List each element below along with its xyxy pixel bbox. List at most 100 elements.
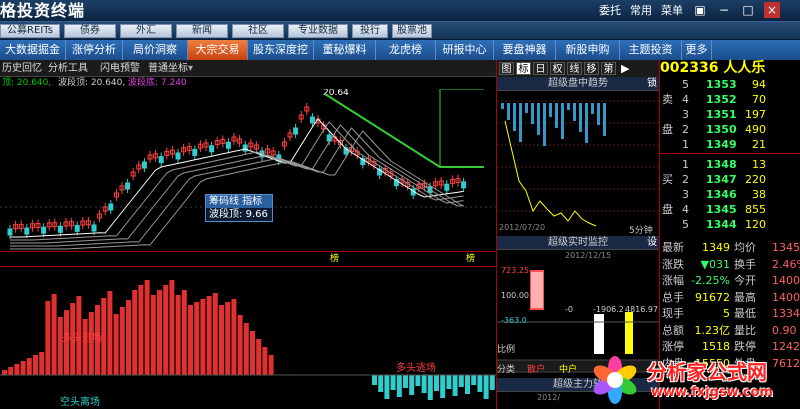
- tab-research[interactable]: 研报中心: [436, 40, 494, 60]
- maximize-icon[interactable]: □: [740, 2, 756, 18]
- tab-more[interactable]: 更多: [682, 40, 712, 60]
- order-row[interactable]: 盘 4 1345 855: [660, 202, 800, 217]
- quote-row: 总手 91672 最高 1400: [660, 290, 800, 306]
- candle: [108, 203, 114, 211]
- flow-bar-red: [2, 370, 7, 375]
- flow-bar-red: [169, 280, 175, 375]
- flow-bar-red: [225, 302, 231, 375]
- quote-label-2: 最低: [734, 307, 756, 320]
- menu-stock-pool[interactable]: 股票池: [392, 24, 432, 38]
- menu-community[interactable]: 社区: [232, 24, 284, 38]
- quote-label: 现手: [662, 307, 684, 320]
- order-price: 1348: [706, 158, 737, 171]
- menu-news[interactable]: 新闻: [176, 24, 228, 38]
- tab-mark[interactable]: 标: [516, 62, 531, 75]
- flow-bar-red: [219, 305, 224, 375]
- order-side: 买: [662, 173, 673, 186]
- mini-bar: [525, 103, 528, 113]
- order-price: 1351: [706, 108, 737, 121]
- mini-bar: [531, 103, 534, 124]
- flow-bar-cyan: [452, 375, 458, 396]
- order-row[interactable]: 盘 2 1350 490: [660, 122, 800, 137]
- order-row[interactable]: 3 1346 38: [660, 187, 800, 202]
- tab-shareholder[interactable]: 股东深度挖掘: [248, 40, 314, 76]
- menu-common[interactable]: 常用: [630, 3, 652, 19]
- order-row[interactable]: 1 1348 13: [660, 157, 800, 172]
- flash-alert-button[interactable]: 闪电预警: [100, 61, 140, 76]
- order-row[interactable]: 卖 4 1352 70: [660, 92, 800, 107]
- chevron-down-icon[interactable]: ▾: [188, 61, 193, 76]
- order-volume: 70: [752, 93, 766, 106]
- tab-secretary[interactable]: 董秘爆料: [314, 40, 376, 60]
- mini-bar: [603, 103, 606, 136]
- mini-trend-svg: [497, 100, 659, 227]
- menu-forex[interactable]: 外汇: [120, 24, 172, 38]
- tab-rights[interactable]: 权: [550, 62, 565, 75]
- order-row[interactable]: 3 1351 197: [660, 107, 800, 122]
- monitor-v2: -1906.2: [593, 305, 624, 314]
- order-price: 1350: [706, 123, 737, 136]
- pin-icon[interactable]: ▣: [692, 2, 708, 18]
- menu-entrust[interactable]: 委托: [599, 3, 621, 19]
- order-row[interactable]: 5 1353 94: [660, 77, 800, 92]
- minimize-icon[interactable]: −: [716, 2, 732, 18]
- close-icon[interactable]: ×: [764, 2, 780, 18]
- lock-icon[interactable]: 锁: [647, 77, 657, 91]
- mini-bar: [579, 103, 582, 132]
- tab-line[interactable]: 线: [567, 62, 582, 75]
- scroll-right-icon[interactable]: ▶: [621, 62, 629, 75]
- tab-theme[interactable]: 主题投资: [620, 40, 682, 60]
- analysis-tools-button[interactable]: 分析工具: [48, 61, 88, 76]
- order-row[interactable]: 5 1344 120: [660, 217, 800, 232]
- history-button[interactable]: 历史回忆: [2, 61, 42, 76]
- capital-flow-chart[interactable]: 多头逃场 多头逃场 空头离场: [0, 266, 497, 409]
- menu-bond[interactable]: 债券: [64, 24, 116, 38]
- flow-bar-red: [250, 331, 255, 375]
- candle: [41, 226, 47, 234]
- monitor-tick-1: 723.25: [501, 266, 529, 275]
- flow-bar-red: [113, 314, 119, 375]
- tooltip-label: 波段顶:: [209, 209, 243, 220]
- mini-bar: [543, 103, 546, 146]
- tab-move[interactable]: 移: [584, 62, 599, 75]
- tab-dragon-tiger[interactable]: 龙虎榜: [376, 40, 436, 60]
- order-price: 1352: [706, 93, 737, 106]
- monitor-bar-red-inner: [531, 272, 543, 308]
- quote-label: 涨幅: [662, 274, 684, 287]
- menu-main[interactable]: 菜单: [661, 3, 683, 19]
- flow-bar-red: [212, 293, 218, 375]
- monitor-legend-mid: 中户: [559, 365, 578, 375]
- settings-icon[interactable]: 设: [647, 236, 657, 250]
- quote-value-2: 1345: [772, 241, 800, 254]
- tab-limit-up[interactable]: 涨停分析: [66, 40, 123, 60]
- menu-reits[interactable]: 公募REITs: [0, 24, 60, 38]
- tab-big-data[interactable]: 大数据掘金: [0, 40, 66, 60]
- order-row[interactable]: 1 1349 21: [660, 137, 800, 152]
- flow-bar-red: [45, 301, 51, 375]
- tab-block-trade[interactable]: 大宗交易: [188, 40, 248, 60]
- flow-bar-red: [268, 355, 274, 375]
- mini-bar: [597, 103, 600, 125]
- monitor-tick-3: -363.0: [501, 316, 527, 325]
- quote-label-2: 今开: [734, 274, 756, 287]
- tab-tools[interactable]: 要盘神器: [494, 40, 556, 60]
- tab-seq[interactable]: 第: [601, 62, 616, 75]
- tab-ipo[interactable]: 新股申购: [556, 40, 620, 60]
- candle: [141, 161, 147, 169]
- monitor-v3: 4816.97: [625, 305, 659, 314]
- menu-ib[interactable]: 投行: [352, 24, 388, 38]
- quote-value-2: 1334: [772, 307, 800, 320]
- coordinate-select[interactable]: 普通坐标: [148, 61, 188, 76]
- mini-bar: [567, 103, 570, 110]
- order-price: 1349: [706, 138, 737, 151]
- tab-day[interactable]: 日: [533, 62, 548, 75]
- tab-chart[interactable]: 图: [499, 62, 514, 75]
- candlestick-svg: 20.64: [0, 88, 497, 250]
- order-row[interactable]: 买 2 1347 220: [660, 172, 800, 187]
- flow-bar-cyan: [477, 375, 483, 392]
- menu-pro-data[interactable]: 专业数据: [288, 24, 348, 38]
- label-short-exit: 空头离场: [60, 397, 100, 408]
- order-volume: 13: [752, 158, 766, 171]
- candlestick-chart[interactable]: 20.64 筹码线 指标 波段顶: 9.66: [0, 88, 497, 259]
- tab-price-insight[interactable]: 局价洞察: [123, 40, 188, 60]
